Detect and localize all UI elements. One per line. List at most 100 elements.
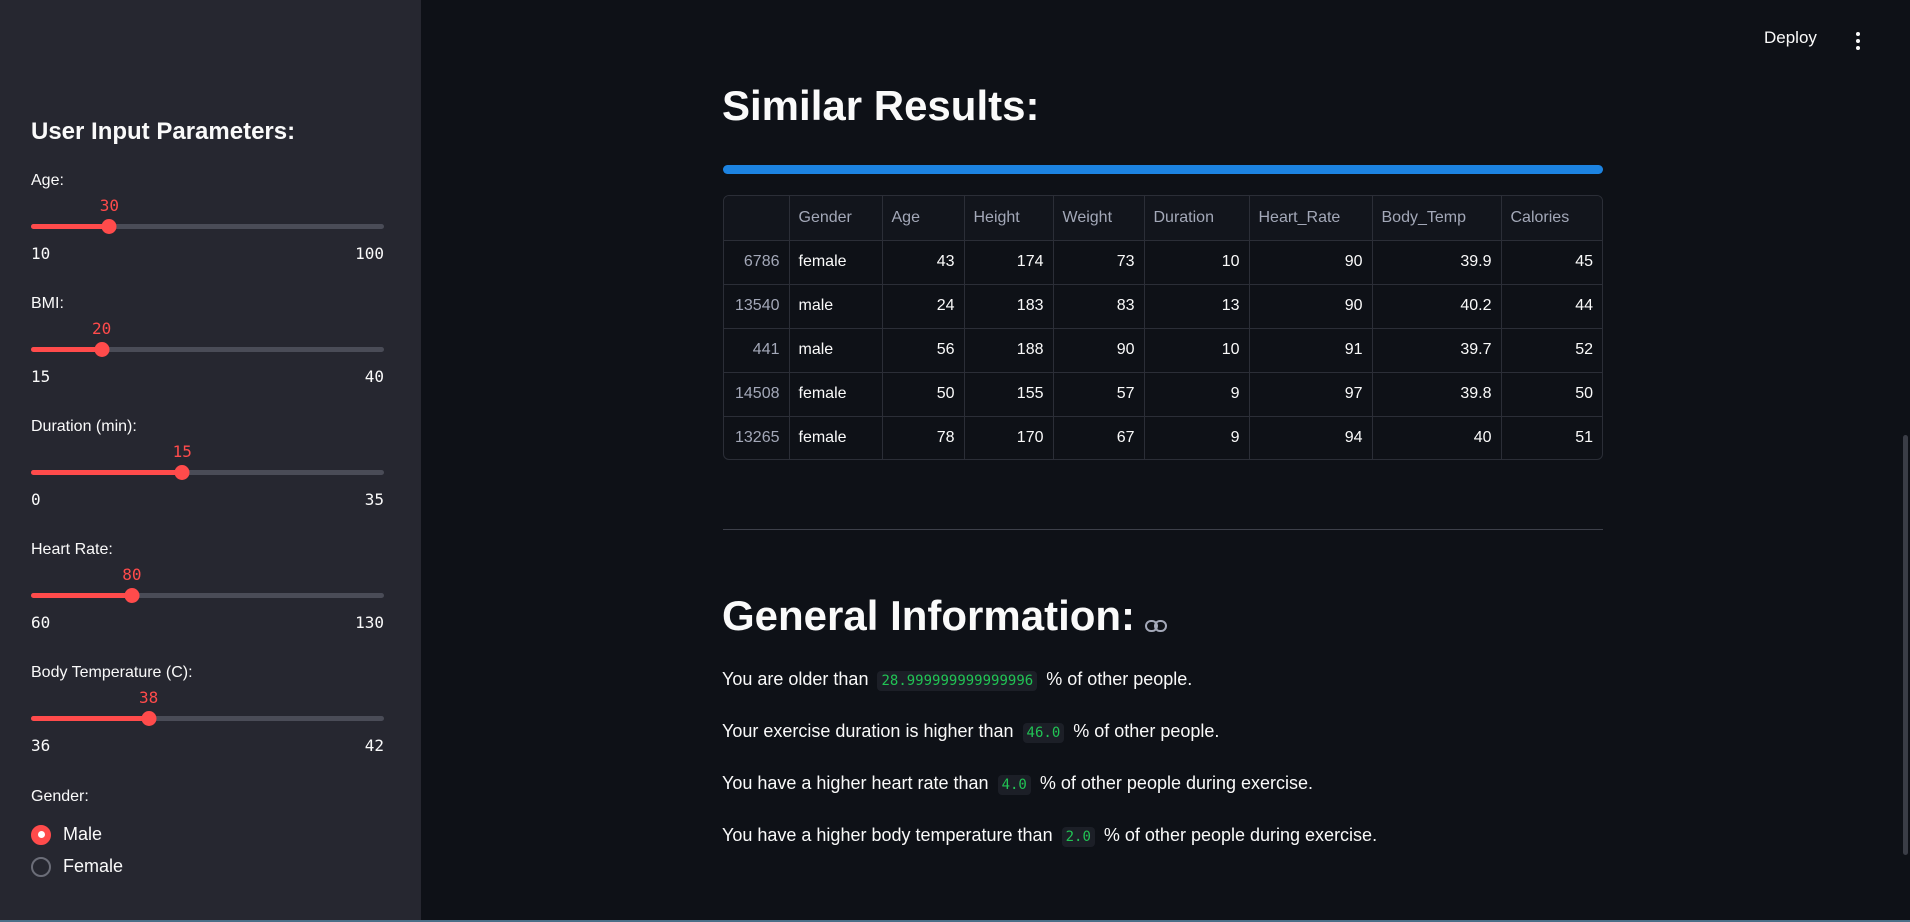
info-heart-rate: You have a higher heart rate than 4.0 % …	[722, 773, 1313, 795]
sidebar: User Input Parameters: Age: 30 10 100 BM…	[0, 0, 421, 922]
gender-radio-male[interactable]: Male	[31, 824, 102, 845]
row-index[interactable]: 13540	[724, 284, 790, 329]
table-cell[interactable]: 170	[964, 416, 1054, 459]
row-index[interactable]: 441	[724, 328, 790, 373]
similar-results-table[interactable]: Gender Age Height Weight Duration Heart_…	[723, 195, 1603, 460]
table-cell[interactable]: 183	[964, 284, 1054, 329]
column-header[interactable]: Gender	[789, 196, 883, 241]
duration-slider-block: Duration (min): 15 0 35	[31, 418, 384, 528]
table-cell[interactable]: 39.7	[1372, 328, 1502, 373]
table-cell[interactable]: 40.2	[1372, 284, 1502, 329]
table-cell[interactable]: female	[789, 416, 883, 459]
table-cell[interactable]: 94	[1249, 416, 1373, 459]
table-cell[interactable]: 13	[1144, 284, 1250, 329]
deploy-button[interactable]: Deploy	[1764, 28, 1817, 48]
table-cell[interactable]: 43	[882, 240, 965, 285]
general-information-heading-row: General Information:	[722, 592, 1168, 643]
info-body-temp: You have a higher body temperature than …	[722, 825, 1377, 847]
table-cell[interactable]: 51	[1501, 416, 1602, 459]
slider-value: 15	[172, 442, 192, 461]
table-cell[interactable]: 67	[1053, 416, 1145, 459]
table-cell[interactable]: 10	[1144, 240, 1250, 285]
slider-thumb[interactable]	[94, 342, 110, 357]
gender-radio-female[interactable]: Female	[31, 856, 123, 877]
table-cell[interactable]: female	[789, 240, 883, 285]
table-cell[interactable]: 73	[1053, 240, 1145, 285]
slider-max: 130	[355, 613, 384, 632]
table-cell[interactable]: 52	[1501, 328, 1602, 373]
radio-button[interactable]	[31, 856, 51, 877]
more-vert-icon[interactable]	[1855, 32, 1861, 52]
scrollbar[interactable]	[1903, 435, 1908, 855]
table-row: 6786 female 43 174 73 10 90 39.9 45	[724, 240, 1602, 285]
slider-max: 42	[364, 736, 384, 755]
column-header[interactable]: Calories	[1501, 196, 1602, 241]
table-cell[interactable]: 155	[964, 372, 1054, 417]
slider-fill	[31, 593, 132, 598]
body-temp-slider-block: Body Temperature (C): 38 36 42	[31, 664, 384, 774]
sidebar-title: User Input Parameters:	[31, 118, 296, 145]
row-index[interactable]: 13265	[724, 416, 790, 459]
table-cell[interactable]: 90	[1249, 284, 1373, 329]
heart-rate-slider[interactable]	[31, 588, 384, 603]
table-cell[interactable]: male	[789, 328, 883, 373]
table-cell[interactable]: 90	[1249, 240, 1373, 285]
slider-thumb[interactable]	[124, 588, 140, 603]
table-cell[interactable]: 50	[882, 372, 965, 417]
table-cell[interactable]: 39.8	[1372, 372, 1502, 417]
table-cell[interactable]: 174	[964, 240, 1054, 285]
table-row: 13540 male 24 183 83 13 90 40.2 44	[724, 284, 1602, 329]
slider-min: 10	[31, 244, 51, 263]
column-header[interactable]	[724, 196, 790, 241]
table-cell[interactable]: 40	[1372, 416, 1502, 459]
table-cell[interactable]: 9	[1144, 372, 1250, 417]
table-cell[interactable]: 78	[882, 416, 965, 459]
table-cell[interactable]: 90	[1053, 328, 1145, 373]
slider-thumb[interactable]	[174, 465, 190, 480]
age-slider[interactable]	[31, 219, 384, 234]
slider-thumb[interactable]	[101, 219, 117, 234]
slider-label: Body Temperature (C):	[31, 664, 193, 681]
slider-fill	[31, 470, 183, 475]
body-temp-slider[interactable]	[31, 711, 384, 726]
column-header[interactable]: Heart_Rate	[1249, 196, 1373, 241]
progress-fill	[723, 165, 1603, 174]
row-index[interactable]: 6786	[724, 240, 790, 285]
table-cell[interactable]: 9	[1144, 416, 1250, 459]
table-cell[interactable]: 56	[882, 328, 965, 373]
column-header[interactable]: Weight	[1053, 196, 1145, 241]
duration-slider[interactable]	[31, 465, 384, 480]
column-header[interactable]: Duration	[1144, 196, 1250, 241]
table-cell[interactable]: 44	[1501, 284, 1602, 329]
info-value: 2.0	[1061, 827, 1095, 847]
row-index[interactable]: 14508	[724, 372, 790, 417]
info-duration: Your exercise duration is higher than 46…	[722, 721, 1219, 743]
table-cell[interactable]: 91	[1249, 328, 1373, 373]
progress-bar	[723, 165, 1603, 174]
slider-thumb[interactable]	[141, 711, 157, 726]
table-cell[interactable]: 24	[882, 284, 965, 329]
column-header[interactable]: Height	[964, 196, 1054, 241]
table-cell[interactable]: female	[789, 372, 883, 417]
slider-label: Age:	[31, 172, 64, 189]
bmi-slider[interactable]	[31, 342, 384, 357]
table-cell[interactable]: 57	[1053, 372, 1145, 417]
link-icon[interactable]	[1145, 595, 1168, 643]
table-cell[interactable]: 188	[964, 328, 1054, 373]
slider-value: 38	[139, 688, 159, 707]
table-cell[interactable]: 97	[1249, 372, 1373, 417]
table-cell[interactable]: 45	[1501, 240, 1602, 285]
table-cell[interactable]: 39.9	[1372, 240, 1502, 285]
radio-button[interactable]	[31, 824, 51, 845]
age-slider-block: Age: 30 10 100	[31, 172, 384, 282]
table-row: 441 male 56 188 90 10 91 39.7 52	[724, 328, 1602, 373]
table-cell[interactable]: 83	[1053, 284, 1145, 329]
info-older: You are older than 28.999999999999996 % …	[722, 669, 1192, 691]
slider-fill	[31, 224, 110, 229]
column-header[interactable]: Age	[882, 196, 965, 241]
table-cell[interactable]: male	[789, 284, 883, 329]
table-cell[interactable]: 50	[1501, 372, 1602, 417]
table-cell[interactable]: 10	[1144, 328, 1250, 373]
column-header[interactable]: Body_Temp	[1372, 196, 1502, 241]
info-text: Your exercise duration is higher than	[722, 721, 1014, 741]
